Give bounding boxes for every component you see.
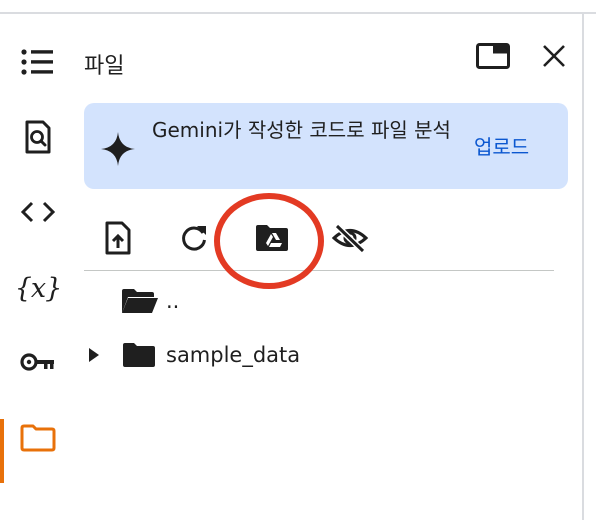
right-border [582, 12, 584, 520]
mount-drive-icon [256, 225, 288, 251]
close-icon [543, 45, 565, 67]
variables-button[interactable]: {x} [10, 260, 66, 316]
gemini-banner: Gemini가 작성한 코드로 파일 분석 업로드 [84, 103, 568, 189]
expand-caret[interactable] [84, 345, 104, 365]
find-replace-icon [25, 120, 51, 154]
folder-icon [123, 343, 155, 367]
refresh-icon [182, 226, 206, 251]
open-folder-icon [122, 289, 158, 313]
upload-file-icon [105, 221, 131, 255]
open-in-tab-icon [476, 43, 510, 69]
top-border [0, 12, 596, 14]
caret-right-icon [89, 348, 99, 362]
file-row-label: sample_data [166, 343, 301, 367]
gemini-banner-text: Gemini가 작성한 코드로 파일 분석 [152, 118, 451, 142]
find-replace-button[interactable] [10, 109, 66, 165]
file-row-parent[interactable]: .. [84, 277, 554, 325]
upload-file-button[interactable] [94, 214, 142, 262]
toolbar-divider [84, 270, 554, 271]
active-indicator [0, 419, 4, 483]
close-button[interactable] [532, 34, 576, 78]
hidden-files-icon [331, 223, 369, 253]
files-button[interactable] [10, 410, 66, 466]
gemini-sparkle-icon [101, 132, 135, 166]
toggle-hidden-files-button[interactable] [326, 214, 374, 262]
side-rail: {x} [0, 14, 76, 520]
files-folder-icon [20, 424, 56, 452]
variables-icon: {x} [14, 272, 63, 304]
secrets-button[interactable] [10, 334, 66, 390]
code-snippets-button[interactable] [10, 184, 66, 240]
file-row-label: .. [166, 289, 180, 313]
file-row-sample-data[interactable]: sample_data [84, 331, 554, 379]
refresh-button[interactable] [170, 214, 218, 262]
panel-title: 파일 [84, 54, 125, 79]
code-snippets-icon [21, 201, 55, 223]
open-in-tab-button[interactable] [471, 34, 515, 78]
mount-drive-button[interactable] [248, 214, 296, 262]
table-of-contents-button[interactable] [10, 34, 66, 90]
table-of-contents-icon [21, 49, 53, 75]
secrets-key-icon [20, 353, 54, 371]
upload-link[interactable]: 업로드 [474, 131, 529, 160]
